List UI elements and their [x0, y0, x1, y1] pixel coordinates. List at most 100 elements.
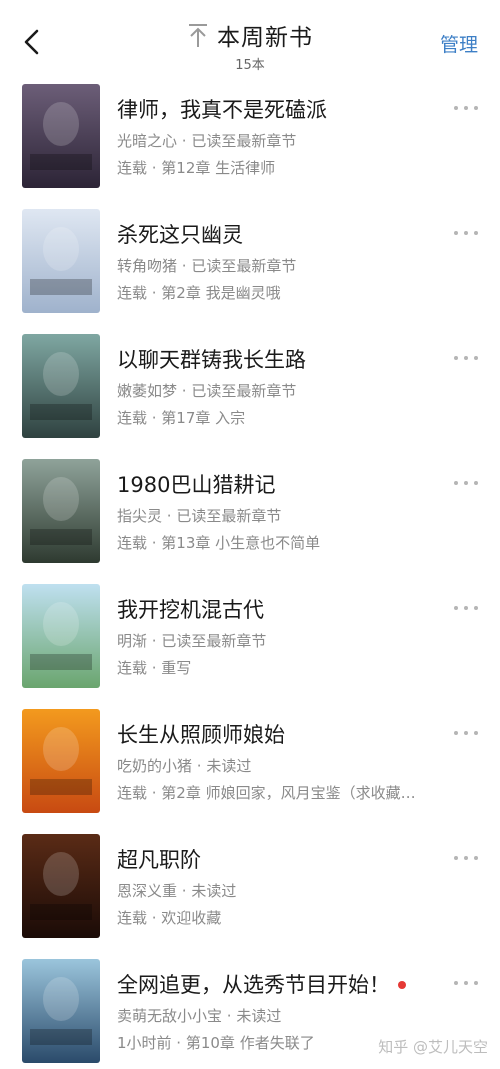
more-dot	[454, 731, 458, 735]
separator-dot: ·	[147, 632, 162, 650]
book-author: 嫩萎如梦	[117, 382, 178, 400]
book-author-status: 明渐 · 已读至最新章节	[117, 630, 266, 651]
book-latest-chapter: 1小时前 · 第10章 作者失联了	[117, 1034, 315, 1052]
more-dot	[454, 481, 458, 485]
more-dot	[464, 856, 468, 860]
more-dot	[474, 231, 478, 235]
book-item[interactable]: 律师，我真不是死磕派 光暗之心 · 已读至最新章节 连载 · 第12章 生活律师	[0, 84, 500, 194]
read-status: 已读至最新章节	[191, 382, 297, 400]
read-status: 未读过	[206, 757, 252, 775]
separator-dot: ·	[177, 132, 192, 150]
more-dot	[464, 356, 468, 360]
more-options-icon[interactable]	[452, 229, 480, 237]
book-title: 长生从照顾师娘始	[117, 723, 285, 747]
book-title: 杀死这只幽灵	[117, 223, 243, 247]
read-status: 已读至最新章节	[191, 132, 297, 150]
book-author: 吃奶的小猪	[117, 757, 193, 775]
book-author-status: 转角吻猪 · 已读至最新章节	[117, 255, 296, 276]
book-cover[interactable]	[22, 459, 100, 563]
book-latest-chapter: 连载 · 第2章 师娘回家，风月宝鉴（求收藏…	[117, 784, 416, 802]
book-latest-chapter: 连载 · 第2章 我是幽灵哦	[117, 284, 281, 302]
book-title: 超凡职阶	[117, 848, 201, 872]
more-dot	[474, 856, 478, 860]
more-dot	[464, 731, 468, 735]
book-title: 1980巴山猎耕记	[117, 473, 276, 497]
book-item[interactable]: 超凡职阶 恩深义重 · 未读过 连载 · 欢迎收藏	[0, 834, 500, 944]
separator-dot: ·	[177, 882, 192, 900]
more-dot	[464, 606, 468, 610]
book-author-status: 吃奶的小猪 · 未读过	[117, 755, 251, 776]
more-dot	[464, 481, 468, 485]
book-cover[interactable]	[22, 209, 100, 313]
book-title: 以聊天群铸我长生路	[117, 348, 306, 372]
more-dot	[454, 856, 458, 860]
separator-dot: ·	[192, 757, 207, 775]
manage-button[interactable]: 管理	[440, 30, 478, 57]
book-item[interactable]: 杀死这只幽灵 转角吻猪 · 已读至最新章节 连载 · 第2章 我是幽灵哦	[0, 209, 500, 319]
page-title: 本周新书	[217, 25, 313, 51]
more-options-icon[interactable]	[452, 854, 480, 862]
new-update-badge	[398, 981, 406, 989]
separator-dot: ·	[177, 382, 192, 400]
book-author-status: 指尖灵 · 已读至最新章节	[117, 505, 281, 526]
more-options-icon[interactable]	[452, 729, 480, 737]
more-options-icon[interactable]	[452, 104, 480, 112]
book-author: 指尖灵	[117, 507, 163, 525]
book-cover[interactable]	[22, 959, 100, 1063]
book-title: 我开挖机混古代	[117, 598, 264, 622]
book-author: 卖萌无敌小小宝	[117, 1007, 223, 1025]
more-dot	[454, 356, 458, 360]
more-dot	[464, 981, 468, 985]
book-cover[interactable]	[22, 334, 100, 438]
book-latest-chapter: 连载 · 第12章 生活律师	[117, 159, 276, 177]
more-dot	[454, 981, 458, 985]
book-cover[interactable]	[22, 84, 100, 188]
book-author: 转角吻猪	[117, 257, 178, 275]
more-dot	[474, 106, 478, 110]
read-status: 已读至最新章节	[191, 257, 297, 275]
separator-dot: ·	[222, 1007, 237, 1025]
more-options-icon[interactable]	[452, 604, 480, 612]
book-latest-chapter: 连载 · 第17章 入宗	[117, 409, 246, 427]
book-author-status: 恩深义重 · 未读过	[117, 880, 236, 901]
more-dot	[474, 481, 478, 485]
read-status: 未读过	[236, 1007, 282, 1025]
title-block: 本周新书 15本	[0, 18, 500, 73]
pin-top-icon[interactable]	[187, 22, 209, 48]
book-item[interactable]: 长生从照顾师娘始 吃奶的小猪 · 未读过 连载 · 第2章 师娘回家，风月宝鉴（求收…	[0, 709, 500, 819]
more-dot	[474, 606, 478, 610]
book-title: 全网追更，从选秀节目开始！	[117, 973, 390, 997]
more-dot	[454, 606, 458, 610]
book-item[interactable]: 以聊天群铸我长生路 嫩萎如梦 · 已读至最新章节 连载 · 第17章 入宗	[0, 334, 500, 444]
book-author: 光暗之心	[117, 132, 178, 150]
more-options-icon[interactable]	[452, 354, 480, 362]
top-bar: 本周新书 15本 管理	[0, 0, 500, 78]
separator-dot: ·	[177, 257, 192, 275]
book-author-status: 嫩萎如梦 · 已读至最新章节	[117, 380, 296, 401]
more-dot	[474, 981, 478, 985]
book-item[interactable]: 1980巴山猎耕记 指尖灵 · 已读至最新章节连载 · 第13章 小生意也不简单	[0, 459, 500, 569]
book-title: 律师，我真不是死磕派	[117, 98, 327, 122]
more-dot	[454, 231, 458, 235]
book-latest-chapter: 连载 · 第13章 小生意也不简单	[117, 534, 321, 552]
book-item[interactable]: 我开挖机混古代 明渐 · 已读至最新章节 连载 · 重写	[0, 584, 500, 694]
book-cover[interactable]	[22, 709, 100, 813]
separator-dot: ·	[162, 507, 177, 525]
book-count: 15本	[235, 58, 265, 73]
book-author-status: 光暗之心 · 已读至最新章节	[117, 130, 296, 151]
book-author-status: 卖萌无敌小小宝 · 未读过	[117, 1005, 281, 1026]
more-dot	[474, 356, 478, 360]
book-author: 恩深义重	[117, 882, 178, 900]
more-options-icon[interactable]	[452, 479, 480, 487]
more-dot	[464, 106, 468, 110]
book-cover[interactable]	[22, 834, 100, 938]
read-status: 未读过	[191, 882, 237, 900]
book-latest-chapter: 连载 · 重写	[117, 659, 192, 677]
book-author: 明渐	[117, 632, 148, 650]
book-cover[interactable]	[22, 584, 100, 688]
watermark: 知乎 @艾儿天空	[378, 1038, 488, 1056]
read-status: 已读至最新章节	[161, 632, 267, 650]
more-options-icon[interactable]	[452, 979, 480, 987]
book-latest-chapter: 连载 · 欢迎收藏	[117, 909, 222, 927]
more-dot	[454, 106, 458, 110]
